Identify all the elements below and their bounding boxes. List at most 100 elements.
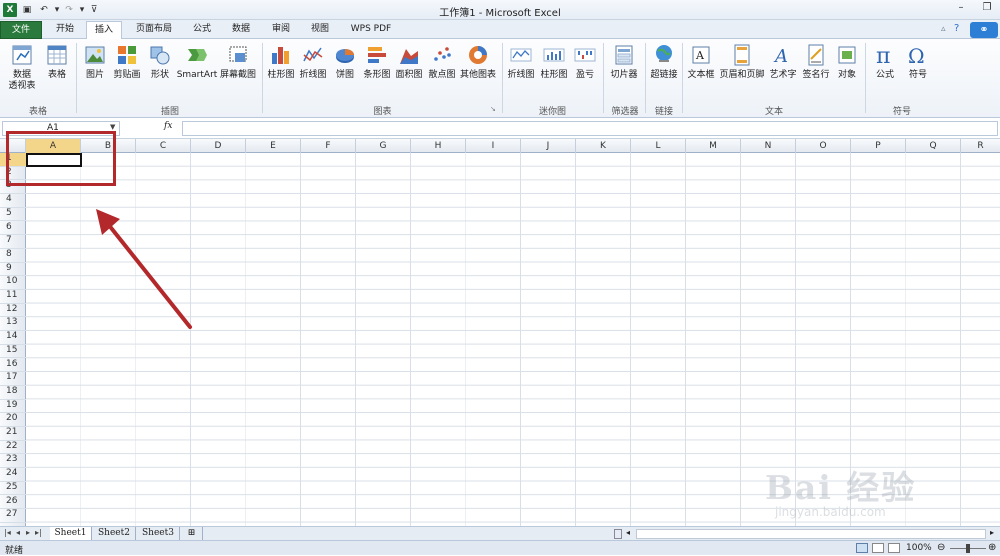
row-header[interactable]: 8: [0, 249, 26, 263]
row-header[interactable]: 20: [0, 413, 26, 427]
row-header[interactable]: 9: [0, 263, 26, 277]
row-header[interactable]: 6: [0, 222, 26, 236]
tab-formulas[interactable]: 公式: [185, 21, 219, 39]
row-header[interactable]: 11: [0, 290, 26, 304]
column-header-g[interactable]: G: [356, 139, 411, 153]
scatter-chart-button[interactable]: 散点图: [426, 41, 458, 99]
pie-chart-button[interactable]: 饼图: [330, 41, 360, 99]
area-chart-button[interactable]: 面积图: [393, 41, 425, 99]
smartart-button[interactable]: SmartArt: [176, 41, 218, 99]
picture-button[interactable]: 图片: [80, 41, 110, 99]
column-header-h[interactable]: H: [411, 139, 466, 153]
sheet-tab-2[interactable]: Sheet2: [93, 527, 136, 540]
line-chart-button[interactable]: 折线图: [297, 41, 329, 99]
sparkline-line-button[interactable]: 折线图: [505, 41, 537, 99]
column-header-q[interactable]: Q: [906, 139, 961, 153]
other-charts-button[interactable]: 其他图表: [458, 41, 498, 99]
scroll-left-icon[interactable]: ◂: [626, 528, 630, 537]
row-header[interactable]: 18: [0, 386, 26, 400]
zoom-slider-thumb[interactable]: [966, 544, 970, 553]
hyperlink-button[interactable]: 超链接: [648, 41, 680, 99]
new-sheet-icon[interactable]: ⊞: [181, 527, 203, 540]
row-header[interactable]: 13: [0, 317, 26, 332]
row-header[interactable]: 10: [0, 276, 26, 290]
textbox-button[interactable]: A 文本框: [685, 41, 717, 99]
sparkline-winloss-button[interactable]: 盈亏: [571, 41, 599, 99]
row-header[interactable]: 15: [0, 345, 26, 359]
row-header[interactable]: 4: [0, 194, 26, 208]
tab-view[interactable]: 视图: [303, 21, 337, 39]
screenshot-button[interactable]: 屏幕截图: [218, 41, 258, 99]
column-header-e[interactable]: E: [246, 139, 301, 153]
tab-review[interactable]: 审阅: [264, 21, 298, 39]
column-header-d[interactable]: D: [191, 139, 246, 153]
page-layout-view-icon[interactable]: [872, 543, 884, 553]
normal-view-icon[interactable]: [856, 543, 868, 553]
zoom-out-icon[interactable]: ⊖: [937, 542, 945, 553]
column-header-j[interactable]: J: [521, 139, 576, 153]
sheet-tab-3[interactable]: Sheet3: [137, 527, 180, 540]
tab-page-layout[interactable]: 页面布局: [128, 21, 180, 39]
clipart-button[interactable]: 剪贴画: [110, 41, 144, 99]
table-button[interactable]: 表格: [43, 41, 71, 99]
column-header-i[interactable]: I: [466, 139, 521, 153]
row-header[interactable]: 14: [0, 331, 26, 345]
horizontal-scrollbar[interactable]: [636, 529, 986, 539]
sheet-first-icon[interactable]: |◂: [4, 528, 11, 537]
column-header-o[interactable]: O: [796, 139, 851, 153]
row-header[interactable]: 22: [0, 441, 26, 455]
object-button[interactable]: 对象: [833, 41, 861, 99]
signature-line-button[interactable]: 签名行: [800, 41, 832, 99]
row-header[interactable]: 19: [0, 400, 26, 414]
zoom-level[interactable]: 100%: [906, 543, 932, 553]
sparkline-column-button[interactable]: 柱形图: [538, 41, 570, 99]
slicer-button[interactable]: 切片器: [606, 41, 642, 99]
scroll-right-icon[interactable]: ▸: [990, 528, 994, 537]
row-header[interactable]: 25: [0, 482, 26, 496]
row-header[interactable]: 26: [0, 496, 26, 510]
sheet-last-icon[interactable]: ▸|: [35, 528, 42, 537]
help-icon[interactable]: ?: [954, 23, 959, 34]
column-header-k[interactable]: K: [576, 139, 631, 153]
column-header-r[interactable]: R: [961, 139, 1000, 153]
sheet-prev-icon[interactable]: ◂: [16, 528, 20, 537]
row-header[interactable]: 24: [0, 468, 26, 482]
tab-insert[interactable]: 插入: [86, 21, 122, 40]
row-header[interactable]: 12: [0, 304, 26, 318]
name-box-dropdown-icon[interactable]: ▼: [110, 123, 115, 131]
restore-icon[interactable]: ❐: [974, 2, 1000, 17]
formula-input[interactable]: [182, 121, 998, 136]
tab-split-handle[interactable]: [614, 529, 622, 539]
column-header-p[interactable]: P: [851, 139, 906, 153]
equation-button[interactable]: π 公式: [869, 41, 901, 99]
row-header[interactable]: 7: [0, 235, 26, 249]
tab-file[interactable]: 文件: [0, 21, 42, 39]
zoom-in-icon[interactable]: ⊕: [988, 542, 996, 553]
minimize-icon[interactable]: –: [948, 2, 974, 17]
sheet-next-icon[interactable]: ▸: [26, 528, 30, 537]
insert-function-icon[interactable]: fx: [164, 121, 172, 131]
symbol-button[interactable]: Ω 符号: [902, 41, 934, 99]
column-header-l[interactable]: L: [631, 139, 686, 153]
dialog-launcher-icon[interactable]: ↘: [490, 105, 496, 113]
column-header-f[interactable]: F: [301, 139, 356, 153]
row-header[interactable]: 17: [0, 372, 26, 386]
row-header[interactable]: 23: [0, 454, 26, 469]
header-footer-button[interactable]: 页眉和页脚: [718, 41, 766, 99]
row-header[interactable]: 27: [0, 509, 26, 523]
bar-chart-button[interactable]: 条形图: [361, 41, 393, 99]
column-chart-button[interactable]: 柱形图: [265, 41, 297, 99]
wordart-button[interactable]: A 艺术字: [767, 41, 799, 99]
ribbon-minimize-icon[interactable]: ▵: [941, 24, 946, 34]
page-break-view-icon[interactable]: [888, 543, 900, 553]
tab-home[interactable]: 开始: [46, 21, 84, 39]
shapes-button[interactable]: 形状: [145, 41, 175, 99]
cloud-icon[interactable]: ⚭: [970, 22, 998, 38]
row-header[interactable]: 21: [0, 427, 26, 441]
pivot-table-button[interactable]: 数据 透视表: [2, 41, 42, 99]
column-header-m[interactable]: M: [686, 139, 741, 153]
tab-data[interactable]: 数据: [224, 21, 258, 39]
row-header[interactable]: 5: [0, 208, 26, 222]
column-header-n[interactable]: N: [741, 139, 796, 153]
column-header-c[interactable]: C: [136, 139, 191, 153]
